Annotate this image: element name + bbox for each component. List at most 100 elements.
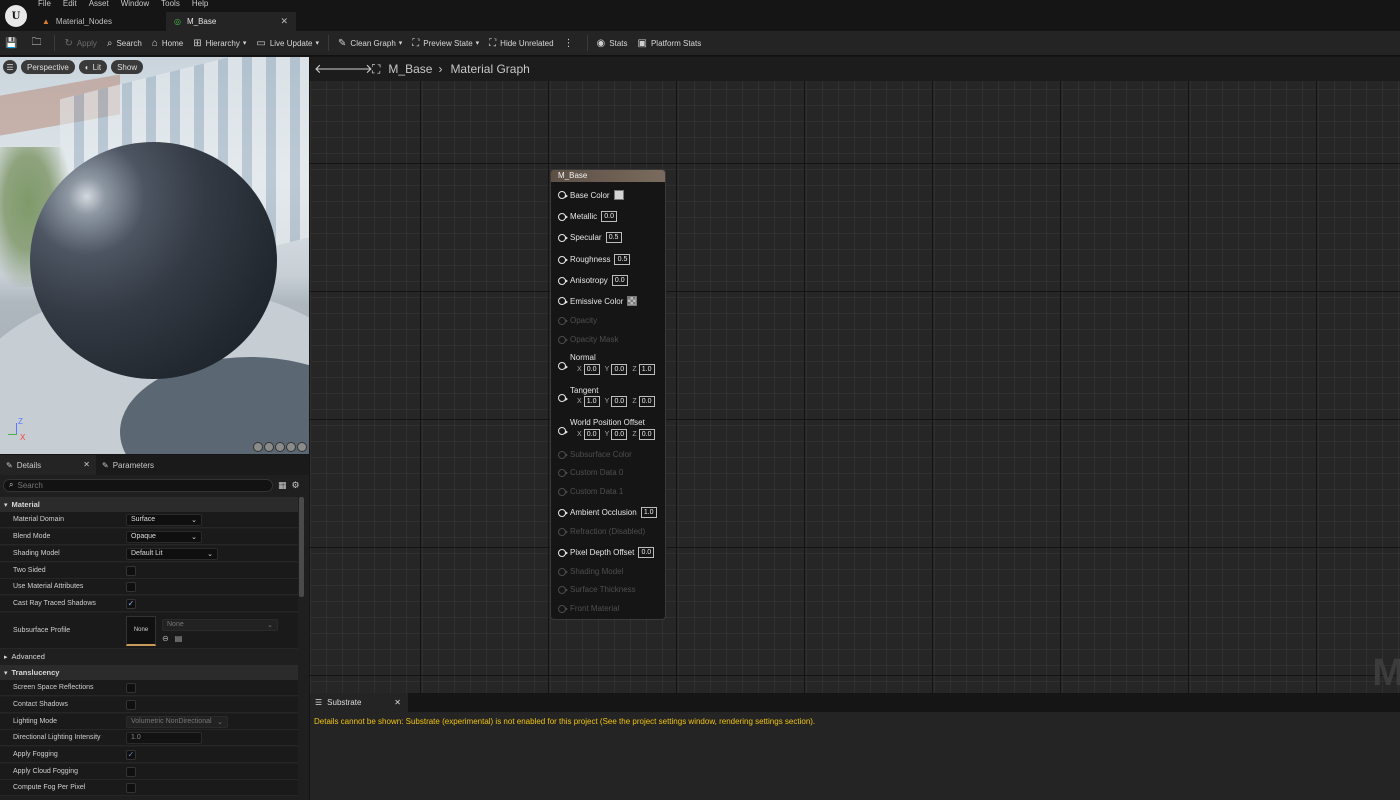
perspective-button[interactable]: Perspective [21,60,75,74]
pin-normal[interactable]: Normal [558,353,596,362]
base-color-swatch[interactable] [613,190,624,200]
pin-icon[interactable] [558,276,568,285]
lit-button[interactable]: ◐ Lit [78,60,108,74]
pin-ambient-occlusion[interactable]: Ambient Occlusion 1.0 [558,507,657,518]
roughness-value[interactable]: 0.5 [614,254,631,265]
screen-space-reflections-checkbox[interactable] [126,682,136,693]
pin-world-position-offset[interactable]: World Position Offset [558,418,645,427]
tab-m-base[interactable]: ◎ M_Base ✕ [166,12,296,31]
material-output-node[interactable]: M_Base Base Color Metallic 0.0 Specular 0.… [550,169,666,620]
tangent-x-value[interactable]: 1.0 [583,396,600,407]
grid-view-icon[interactable]: ▦ [278,480,287,491]
show-button[interactable]: Show [111,60,144,74]
unreal-logo-icon[interactable]: U [5,5,27,27]
details-scrollbar[interactable] [299,497,304,597]
wpo-x-value[interactable]: 0.0 [583,429,600,440]
pin-anisotropy[interactable]: Anisotropy 0.0 [558,275,628,286]
more-options-button[interactable]: ⋮ [559,31,583,56]
subsurface-profile-combo[interactable]: None ⌄ [162,618,278,631]
apply-button[interactable]: ↻ Apply [59,31,101,56]
stats-button[interactable]: ◉ Stats [592,31,633,56]
browse-button[interactable]: 🗀 [26,31,50,56]
clean-graph-button[interactable]: ✎ Clean Graph ▾ [333,31,407,56]
tangent-y-value[interactable]: 0.0 [611,396,628,407]
subsurface-profile-thumbnail[interactable]: None [126,615,156,646]
pixel-depth-offset-value[interactable]: 0.0 [638,547,655,558]
compute-fog-per-pixel-checkbox[interactable] [126,782,136,793]
apply-fogging-checkbox[interactable]: ✓ [126,749,136,760]
wpo-y-value[interactable]: 0.0 [611,429,628,440]
cube-icon[interactable] [286,442,296,452]
save-button[interactable]: 💾 [0,31,26,56]
pin-roughness[interactable]: Roughness 0.5 [558,254,631,265]
cast-ray-traced-shadows-checkbox[interactable]: ✓ [126,598,136,609]
pin-metallic[interactable]: Metallic 0.0 [558,211,618,222]
section-material[interactable]: ▾ Material [0,497,298,512]
pin-icon[interactable] [558,427,568,435]
menu-tools[interactable]: Tools [155,0,186,10]
use-material-attributes-checkbox[interactable] [126,581,136,592]
normal-y-value[interactable]: 0.0 [611,364,628,375]
wpo-z-value[interactable]: 0.0 [638,429,655,440]
pin-icon[interactable] [558,548,568,557]
preview-viewport[interactable]: ☰ Perspective ◐ Lit Show Z X [0,57,309,454]
details-search-input[interactable] [17,480,258,490]
menu-window[interactable]: Window [115,0,155,10]
pin-icon[interactable] [558,212,568,221]
normal-x-value[interactable]: 0.0 [583,364,600,375]
gear-icon[interactable]: ⚙ [292,480,300,491]
shading-model-combo[interactable]: Default Lit ⌄ [126,547,218,560]
pin-wpo-connector[interactable] [558,427,570,435]
hierarchy-button[interactable]: ⊞ Hierarchy ▾ [188,31,251,56]
menu-asset[interactable]: Asset [83,0,115,10]
search-button[interactable]: ⌕ Search [102,31,147,56]
tab-parameters[interactable]: ✎ Parameters [96,455,160,475]
section-translucency[interactable]: ▾ Translucency [0,665,298,680]
pin-icon[interactable] [558,394,568,402]
close-icon[interactable]: ✕ [394,698,401,707]
lighting-mode-combo[interactable]: Volumetric NonDirectional ⌄ [126,715,228,728]
plane-icon[interactable] [275,442,285,452]
breadcrumb-asset[interactable]: M_Base [388,62,432,76]
blend-mode-combo[interactable]: Opaque ⌄ [126,530,202,543]
viewport-menu-button[interactable]: ☰ [3,60,17,74]
pin-icon[interactable] [558,508,568,517]
menu-edit[interactable]: Edit [57,0,83,10]
pin-icon[interactable] [558,191,568,199]
platform-stats-button[interactable]: ▣ Platform Stats [633,31,707,56]
tab-substrate[interactable]: ☰ Substrate ✕ [310,693,408,712]
directional-lighting-intensity-input[interactable]: 1.0 [126,731,202,744]
pin-icon[interactable] [558,255,568,264]
pin-emissive-color[interactable]: Emissive Color [558,296,638,306]
close-icon[interactable]: ✕ [280,16,288,27]
ambient-occlusion-value[interactable]: 1.0 [640,507,657,518]
contact-shadows-checkbox[interactable] [126,699,136,710]
breadcrumb-graph[interactable]: Material Graph [450,62,529,76]
material-graph[interactable]: 🡐 🡒 ⛶ M_Base › Material Graph M_Base Bas… [310,57,1400,693]
apply-cloud-fogging-checkbox[interactable] [126,766,136,777]
material-domain-combo[interactable]: Surface ⌄ [126,513,202,526]
tangent-z-value[interactable]: 0.0 [638,396,655,407]
pin-icon[interactable] [558,362,568,370]
specular-value[interactable]: 0.5 [605,232,622,243]
pin-normal-connector[interactable] [558,362,570,370]
preview-state-button[interactable]: ⛶ Preview State ▾ [407,31,484,56]
pin-icon[interactable] [558,233,568,242]
section-advanced[interactable]: ▸ Advanced [0,649,298,664]
two-sided-checkbox[interactable] [126,565,136,576]
close-icon[interactable]: ✕ [83,460,90,469]
tab-material-nodes[interactable]: ▲ Material_Nodes [34,12,164,31]
metallic-value[interactable]: 0.0 [601,211,618,222]
browse-back-icon[interactable]: ⊖ [162,634,169,643]
folder-icon[interactable]: ▤ [175,634,183,643]
teapot-icon[interactable] [297,442,307,452]
pin-icon[interactable] [558,297,568,305]
pin-base-color[interactable]: Base Color [558,190,624,200]
menu-help[interactable]: Help [186,0,214,10]
menu-file[interactable]: File [32,0,57,10]
cylinder-icon[interactable] [253,442,263,452]
hide-unrelated-button[interactable]: ⛶ Hide Unrelated [484,31,558,56]
normal-z-value[interactable]: 1.0 [638,364,655,375]
tab-details[interactable]: ✎ Details ✕ [0,455,96,475]
live-update-button[interactable]: ▭ Live Update ▾ [251,31,324,56]
